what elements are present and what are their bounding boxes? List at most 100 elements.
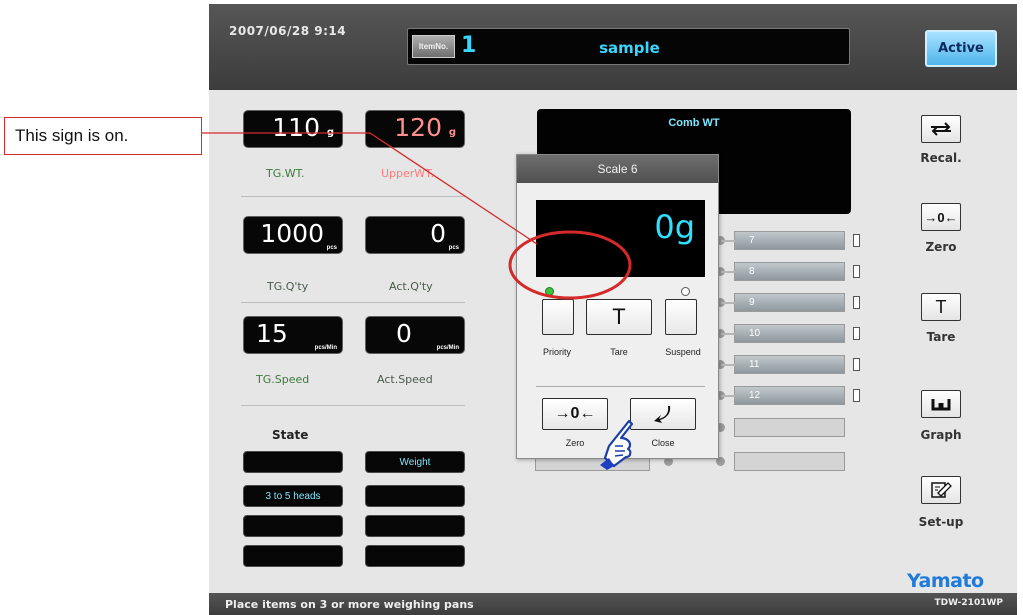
setup-button[interactable] bbox=[921, 476, 961, 504]
tare-button[interactable]: T bbox=[921, 293, 961, 321]
pan-connector bbox=[721, 333, 735, 335]
state-box bbox=[243, 451, 343, 473]
tare-label: Tare bbox=[926, 330, 956, 344]
tg-wt-display: 110 g bbox=[243, 110, 343, 148]
pan-10[interactable]: 10 bbox=[734, 324, 845, 343]
pan-connector bbox=[721, 240, 735, 242]
pan-indicator bbox=[853, 296, 860, 309]
status-bar: Place items on 3 or more weighing pans T… bbox=[209, 593, 1017, 615]
close-button[interactable] bbox=[630, 398, 696, 430]
tg-qty-display: 1000 pcs bbox=[243, 216, 343, 254]
act-qty-label: Act.Q'ty bbox=[389, 280, 433, 293]
tg-wt-label: TG.WT. bbox=[266, 167, 305, 180]
tg-wt-value: 110 bbox=[272, 113, 320, 142]
item-display[interactable]: ItemNo. 1 sample bbox=[407, 28, 850, 65]
pan-8[interactable]: 8 bbox=[734, 262, 845, 281]
pan-indicator bbox=[853, 389, 860, 402]
priority-lamp bbox=[545, 287, 554, 296]
pan-12[interactable]: 12 bbox=[734, 386, 845, 405]
pan-11[interactable]: 11 bbox=[734, 355, 845, 374]
upper-wt-value: 120 bbox=[394, 113, 442, 142]
act-qty-display: 0 pcs bbox=[365, 216, 465, 254]
return-icon bbox=[654, 406, 671, 423]
popup-divider bbox=[536, 386, 705, 387]
divider bbox=[241, 196, 465, 197]
priority-button[interactable] bbox=[542, 299, 574, 335]
pan-connector bbox=[721, 302, 735, 304]
act-speed-value: 0 bbox=[396, 319, 412, 348]
tg-speed-display: 15 pcs/Min bbox=[243, 316, 343, 354]
act-qty-value: 0 bbox=[430, 219, 446, 248]
zero-label: Zero bbox=[925, 240, 957, 254]
tg-qty-value: 1000 bbox=[260, 219, 324, 248]
state-box bbox=[365, 515, 465, 537]
graph-label: Graph bbox=[920, 428, 962, 442]
pan-empty[interactable] bbox=[734, 452, 845, 471]
close-label: Close bbox=[651, 438, 675, 448]
pan-indicator bbox=[853, 358, 860, 371]
pan-connector bbox=[721, 395, 735, 397]
graph-icon bbox=[931, 399, 951, 411]
upper-wt-label: UpperWT. bbox=[381, 167, 435, 180]
datetime: 2007/06/28 9:14 bbox=[229, 24, 347, 38]
act-speed-label: Act.Speed bbox=[377, 373, 433, 386]
pan-indicator bbox=[853, 234, 860, 247]
scale-popup: Scale 6 0g T Priority Tare Suspend →0← Z… bbox=[516, 154, 719, 459]
callout-text: This sign is on. bbox=[15, 126, 129, 145]
scale-weight-display: 0g bbox=[536, 200, 705, 277]
pan-7[interactable]: 7 bbox=[734, 231, 845, 250]
brand-logo: Yamato bbox=[907, 570, 984, 592]
suspend-label: Suspend bbox=[665, 347, 701, 357]
state-box bbox=[365, 545, 465, 567]
pan-9[interactable]: 9 bbox=[734, 293, 845, 312]
pan-connector bbox=[721, 271, 735, 273]
pan-connector bbox=[721, 364, 735, 366]
suspend-lamp bbox=[681, 287, 690, 296]
recal-icon bbox=[931, 122, 951, 136]
priority-label: Priority bbox=[542, 347, 571, 357]
hand-pointer-icon bbox=[600, 419, 634, 470]
edit-icon bbox=[931, 482, 952, 498]
tg-qty-label: TG.Q'ty bbox=[267, 280, 309, 293]
state-box bbox=[243, 515, 343, 537]
model-name: TDW-2101WP bbox=[934, 598, 1003, 608]
divider bbox=[241, 302, 465, 303]
suspend-button[interactable] bbox=[665, 299, 697, 335]
recal-label: Recal. bbox=[920, 151, 962, 165]
state-label: State bbox=[272, 428, 309, 442]
popup-title: Scale 6 bbox=[517, 155, 718, 183]
state-box bbox=[365, 485, 465, 507]
item-name: sample bbox=[599, 39, 660, 57]
act-speed-unit: pcs/Min bbox=[436, 345, 459, 351]
act-speed-display: 0 pcs/Min bbox=[365, 316, 465, 354]
graph-button[interactable] bbox=[921, 390, 961, 418]
tg-speed-label: TG.Speed bbox=[256, 373, 310, 386]
tg-speed-unit: pcs/Min bbox=[314, 345, 337, 351]
tg-wt-unit: g bbox=[326, 127, 334, 138]
status-message: Place items on 3 or more weighing pans bbox=[225, 598, 474, 611]
zero-button[interactable]: →0← bbox=[921, 203, 961, 231]
active-button[interactable]: Active bbox=[925, 30, 997, 67]
state-box bbox=[243, 545, 343, 567]
pan-empty[interactable] bbox=[734, 418, 845, 437]
callout-box: This sign is on. bbox=[4, 117, 202, 155]
upper-wt-display: 120 g bbox=[365, 110, 465, 148]
state-box: 3 to 5 heads bbox=[243, 485, 343, 507]
act-qty-unit: pcs bbox=[448, 245, 459, 251]
recal-button[interactable] bbox=[921, 115, 961, 143]
scale-weight-value: 0g bbox=[654, 208, 695, 246]
pan-indicator bbox=[853, 265, 860, 278]
weigher-screen: 2007/06/28 9:14 ItemNo. 1 sample Active … bbox=[209, 4, 1017, 615]
state-box: Weight bbox=[365, 451, 465, 473]
tare-label: Tare bbox=[610, 347, 628, 357]
pan-indicator bbox=[853, 327, 860, 340]
tare-button[interactable]: T bbox=[586, 299, 652, 335]
divider bbox=[241, 405, 465, 406]
upper-wt-unit: g bbox=[448, 127, 456, 138]
comb-wt-title: Comb WT bbox=[668, 117, 720, 129]
tg-speed-value: 15 bbox=[256, 319, 288, 348]
setup-label: Set-up bbox=[918, 515, 964, 529]
tg-qty-unit: pcs bbox=[326, 245, 337, 251]
top-bar: 2007/06/28 9:14 ItemNo. 1 sample Active bbox=[209, 4, 1017, 90]
zero-label: Zero bbox=[565, 438, 585, 448]
